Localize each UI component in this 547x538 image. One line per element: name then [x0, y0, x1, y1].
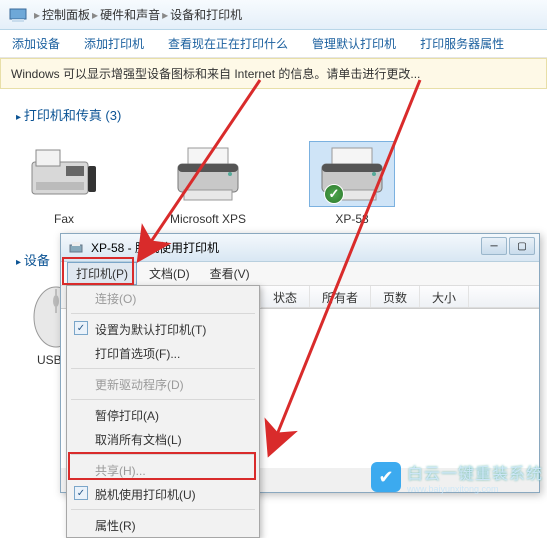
breadcrumb-item[interactable]: 控制面板	[42, 6, 90, 23]
menu-view[interactable]: 查看(V)	[202, 263, 258, 284]
separator	[71, 399, 255, 400]
dd-offline[interactable]: ✓ 脱机使用打印机(U)	[67, 482, 259, 506]
toolbar: 添加设备 添加打印机 查看现在正在打印什么 管理默认打印机 打印服务器属性	[0, 30, 547, 58]
menu-printer[interactable]: 打印机(P)	[67, 262, 137, 285]
default-check-icon: ✓	[324, 184, 344, 204]
chevron-icon: ▸	[34, 8, 40, 22]
dd-cancel-all[interactable]: 取消所有文档(L)	[67, 427, 259, 451]
dd-pause[interactable]: 暂停打印(A)	[67, 403, 259, 427]
maximize-button[interactable]: ▢	[509, 237, 535, 255]
window-title: XP-58 - 脱机使用打印机	[91, 239, 219, 256]
separator	[71, 313, 255, 314]
printers-section-title[interactable]: 打印机和传真 (3)	[16, 105, 531, 124]
queue-menubar: 打印机(P) 文档(D) 查看(V)	[61, 262, 539, 286]
watermark-text: 白云一键重装系统	[407, 460, 543, 484]
breadcrumb-item[interactable]: 设备和打印机	[170, 6, 242, 23]
dd-connect: 连接(O)	[67, 286, 259, 310]
dd-share: 共享(H)...	[67, 458, 259, 482]
add-printer-link[interactable]: 添加打印机	[84, 35, 144, 52]
queue-column-headers: 状态 所有者 页数 大小	[261, 286, 539, 308]
col-size[interactable]: 大小	[420, 286, 469, 307]
separator	[71, 509, 255, 510]
watermark: ✔ 白云一键重装系统 www.baiyunxitong.com	[371, 460, 543, 494]
printer-icon: ✓	[310, 142, 394, 206]
col-pages[interactable]: 页数	[371, 286, 420, 307]
device-label: Microsoft XPS	[160, 212, 256, 226]
see-printing-link[interactable]: 查看现在正在打印什么	[168, 35, 288, 52]
device-xp58[interactable]: ✓ XP-58	[304, 142, 400, 226]
chevron-icon: ▸	[92, 8, 98, 22]
printer-grid: Fax Microsoft XPS	[16, 134, 531, 242]
app-icon	[7, 4, 29, 26]
chevron-icon: ▸	[162, 8, 168, 22]
col-owner[interactable]: 所有者	[310, 286, 371, 307]
separator	[71, 454, 255, 455]
col-status[interactable]: 状态	[261, 286, 310, 307]
printer-icon	[166, 142, 250, 206]
watermark-logo-icon: ✔	[371, 462, 401, 492]
check-icon: ✓	[74, 321, 88, 335]
dd-update-driver: 更新驱动程序(D)	[67, 372, 259, 396]
printer-small-icon	[67, 239, 85, 257]
server-props-link[interactable]: 打印服务器属性	[420, 35, 504, 52]
device-xps[interactable]: Microsoft XPS	[160, 142, 256, 226]
printer-menu-dropdown: 连接(O) ✓ 设置为默认打印机(T) 打印首选项(F)... 更新驱动程序(D…	[66, 285, 260, 538]
info-banner[interactable]: Windows 可以显示增强型设备图标和来自 Internet 的信息。请单击进…	[0, 58, 547, 89]
fax-icon	[22, 142, 106, 206]
dd-set-default[interactable]: ✓ 设置为默认打印机(T)	[67, 317, 259, 341]
device-label: Fax	[16, 212, 112, 226]
breadcrumb-item[interactable]: 硬件和声音	[100, 6, 160, 23]
watermark-url: www.baiyunxitong.com	[407, 484, 543, 494]
separator	[71, 368, 255, 369]
breadcrumb-bar: ▸ 控制面板 ▸ 硬件和声音 ▸ 设备和打印机	[0, 0, 547, 30]
minimize-button[interactable]: ─	[481, 237, 507, 255]
add-device-link[interactable]: 添加设备	[12, 35, 60, 52]
window-titlebar[interactable]: XP-58 - 脱机使用打印机 ─ ▢	[61, 234, 539, 262]
manage-default-link[interactable]: 管理默认打印机	[312, 35, 396, 52]
dd-preferences[interactable]: 打印首选项(F)...	[67, 341, 259, 365]
device-fax[interactable]: Fax	[16, 142, 112, 226]
device-label: XP-58	[304, 212, 400, 226]
check-icon: ✓	[74, 486, 88, 500]
menu-document[interactable]: 文档(D)	[141, 263, 198, 284]
dd-properties[interactable]: 属性(R)	[67, 513, 259, 537]
